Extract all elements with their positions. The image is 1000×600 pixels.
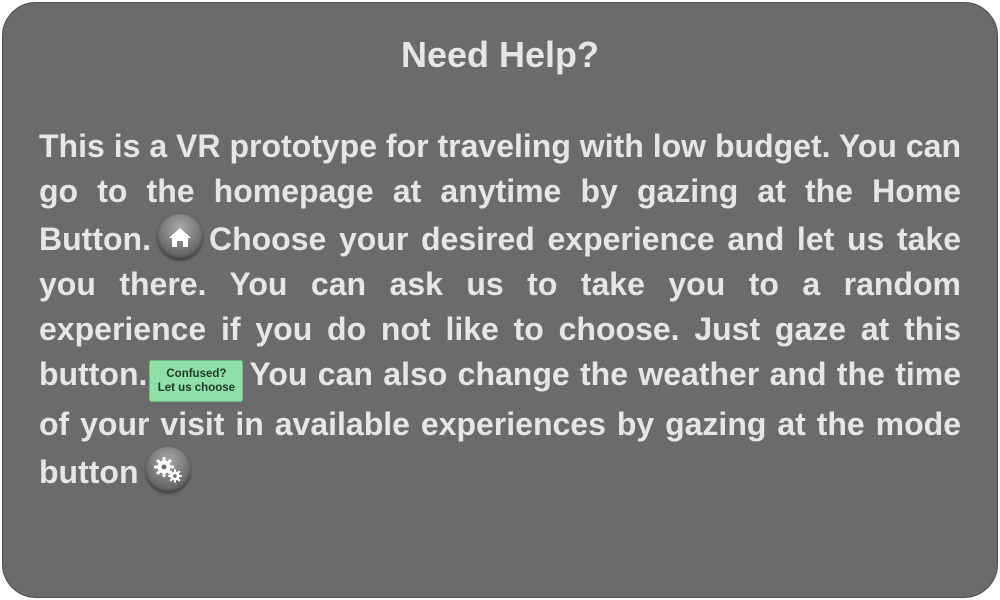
- home-icon: [168, 228, 191, 247]
- dialog-title: Need Help?: [400, 34, 600, 75]
- mode-button[interactable]: [144, 447, 191, 493]
- help-text: This is a VR prototype for traveling wit…: [39, 124, 961, 495]
- home-button[interactable]: [156, 214, 203, 260]
- random-button-line1: Confused?: [166, 368, 227, 380]
- random-button-line2: Let us choose: [157, 382, 236, 394]
- gears-icon: [153, 457, 182, 483]
- random-experience-button[interactable]: Confused? Let us choose: [149, 360, 244, 402]
- help-dialog: Need Help? This is a VR prototype for tr…: [2, 2, 998, 598]
